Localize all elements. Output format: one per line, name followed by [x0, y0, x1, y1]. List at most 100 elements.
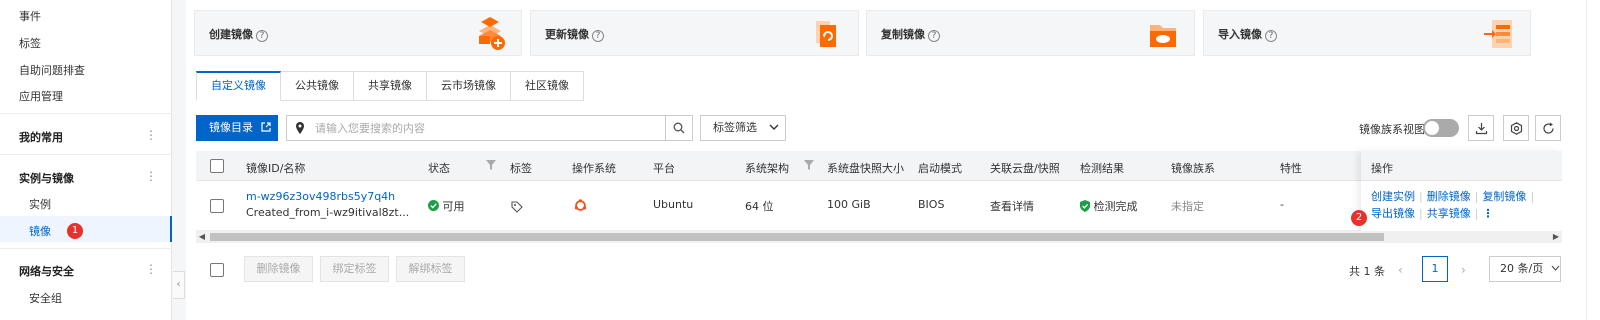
step-badge: 2 — [1351, 210, 1367, 226]
column-header-check-result: 检测结果 — [1080, 162, 1124, 175]
sidebar-group-favorites[interactable]: 我的常用 — [19, 129, 63, 145]
scroll-left-icon[interactable]: ◀ — [196, 231, 208, 243]
update-image-card[interactable]: 更新镜像? — [530, 10, 859, 56]
create-image-icon — [479, 17, 505, 50]
tab-public-images[interactable]: 公共镜像 — [281, 71, 354, 101]
more-actions-icon[interactable]: ⋮ — [1482, 207, 1493, 220]
tag-icon[interactable] — [511, 201, 523, 213]
select-all-checkbox[interactable] — [210, 159, 224, 173]
sidebar-item-security-group[interactable]: 安全组 — [29, 290, 62, 306]
image-catalog-button[interactable]: 镜像目录 — [196, 115, 278, 141]
separator: | — [1419, 207, 1423, 220]
sidebar-item-troubleshoot[interactable]: 自助问题排查 — [19, 62, 85, 78]
export-image-link[interactable]: 导出镜像 — [1371, 207, 1415, 220]
sidebar-divider — [0, 113, 172, 114]
sidebar-item-instances[interactable]: 实例 — [29, 196, 51, 212]
download-button[interactable] — [1468, 115, 1494, 141]
create-instance-link[interactable]: 创建实例 — [1371, 190, 1415, 203]
search-input[interactable] — [315, 116, 645, 140]
column-header-image-family: 镜像族系 — [1171, 162, 1215, 175]
chevron-down-icon — [769, 124, 778, 130]
check-result-text: 检测完成 — [1093, 200, 1138, 213]
share-image-link[interactable]: 共享镜像 — [1427, 207, 1471, 220]
check-result-cell: 检测完成 — [1080, 198, 1138, 214]
more-icon[interactable]: ⋮ — [145, 170, 157, 182]
sidebar-item-tags[interactable]: 标签 — [19, 35, 41, 51]
scroll-right-icon[interactable]: ▶ — [1550, 231, 1562, 243]
page-size-select[interactable]: 20 条/页 — [1489, 256, 1561, 282]
download-icon — [1475, 123, 1488, 135]
current-page[interactable]: 1 — [1422, 256, 1448, 282]
help-icon[interactable]: ? — [1265, 30, 1277, 42]
collapse-sidebar-icon[interactable]: ‹ — [173, 271, 185, 299]
sidebar-item-events[interactable]: 事件 — [19, 8, 41, 24]
actions-column-header: 操作 — [1361, 151, 1562, 181]
copy-image-link[interactable]: 复制镜像 — [1482, 190, 1526, 203]
tag-filter-dropdown[interactable]: 标签筛选 — [700, 115, 786, 141]
refresh-button[interactable] — [1535, 115, 1561, 141]
sidebar-item-app-management[interactable]: 应用管理 — [19, 88, 63, 104]
tab-marketplace-images[interactable]: 云市场镜像 — [427, 71, 511, 101]
select-all-footer-checkbox[interactable] — [210, 263, 224, 277]
sidebar-item-images[interactable]: 镜像 — [29, 223, 51, 239]
tab-community-images[interactable]: 社区镜像 — [511, 71, 584, 101]
filter-icon[interactable] — [804, 160, 814, 170]
help-icon[interactable]: ? — [592, 30, 604, 42]
family-view-toggle[interactable] — [1423, 119, 1459, 137]
gear-icon — [1510, 122, 1523, 135]
card-label: 导入镜像 — [1218, 28, 1262, 41]
bulk-delete-button[interactable]: 删除镜像 — [244, 256, 313, 282]
more-icon[interactable]: ⋮ — [145, 263, 157, 275]
sidebar-divider — [0, 154, 172, 155]
settings-button[interactable] — [1503, 115, 1529, 141]
column-header-os: 操作系统 — [572, 162, 616, 175]
external-link-icon — [260, 122, 271, 132]
tab-custom-images[interactable]: 自定义镜像 — [196, 71, 281, 101]
column-header-id-name: 镜像ID/名称 — [246, 162, 306, 175]
column-header-features: 特性 — [1280, 162, 1302, 175]
horizontal-scrollbar[interactable]: ◀ ▶ — [196, 231, 1562, 243]
filter-icon[interactable] — [486, 160, 496, 170]
prev-page-icon[interactable]: ‹ — [1398, 263, 1403, 277]
bulk-unbind-tag-button[interactable]: 解绑标签 — [396, 256, 465, 282]
arch-cell: 64 位 — [745, 200, 774, 213]
column-header-linked-disk-snapshot: 关联云盘/快照 — [990, 162, 1060, 175]
next-page-icon[interactable]: › — [1461, 263, 1466, 277]
separator: | — [1419, 190, 1423, 203]
total-count: 共 1 条 — [1349, 265, 1385, 278]
import-image-card[interactable]: 导入镜像? — [1203, 10, 1531, 56]
image-id-link[interactable]: m-wz96z3ov498rbs5y7q4h — [246, 190, 395, 203]
delete-image-link[interactable]: 删除镜像 — [1427, 190, 1471, 203]
card-label: 更新镜像 — [545, 28, 589, 41]
column-header-actions: 操作 — [1371, 162, 1393, 175]
right-edge-panel — [1586, 0, 1600, 320]
refresh-icon — [1543, 122, 1554, 134]
scrollbar-thumb[interactable] — [210, 233, 1384, 241]
row-checkbox[interactable] — [210, 199, 224, 213]
column-header-tags: 标签 — [510, 162, 532, 175]
sidebar-group-network-security[interactable]: 网络与安全 — [19, 263, 74, 279]
help-icon[interactable]: ? — [928, 30, 940, 42]
search-icon — [673, 122, 685, 134]
tab-shared-images[interactable]: 共享镜像 — [354, 71, 427, 101]
step-badge: 1 — [67, 223, 83, 239]
image-type-tabs: 自定义镜像 公共镜像 共享镜像 云市场镜像 社区镜像 — [196, 71, 584, 101]
toggle-knob — [1425, 121, 1439, 135]
ubuntu-icon — [574, 199, 587, 211]
column-header-status: 状态 — [428, 162, 450, 175]
create-image-card[interactable]: 创建镜像? — [194, 10, 522, 56]
search-button[interactable] — [666, 115, 693, 141]
bulk-bind-tag-button[interactable]: 绑定标签 — [320, 256, 389, 282]
sidebar-group-instances-images[interactable]: 实例与镜像 — [19, 170, 74, 186]
actions-line-2: 导出镜像 | 共享镜像 | ⋮ — [1371, 205, 1493, 221]
features-cell: - — [1280, 198, 1284, 211]
view-details-link[interactable]: 查看详情 — [990, 198, 1034, 214]
sidebar-divider — [0, 248, 172, 249]
more-icon[interactable]: ⋮ — [145, 129, 157, 141]
copy-image-card[interactable]: 复制镜像? — [866, 10, 1195, 56]
help-icon[interactable]: ? — [256, 30, 268, 42]
separator: | — [1530, 190, 1535, 203]
shield-check-icon — [1080, 200, 1090, 212]
import-image-icon — [1484, 20, 1512, 48]
separator: | — [1474, 190, 1479, 203]
